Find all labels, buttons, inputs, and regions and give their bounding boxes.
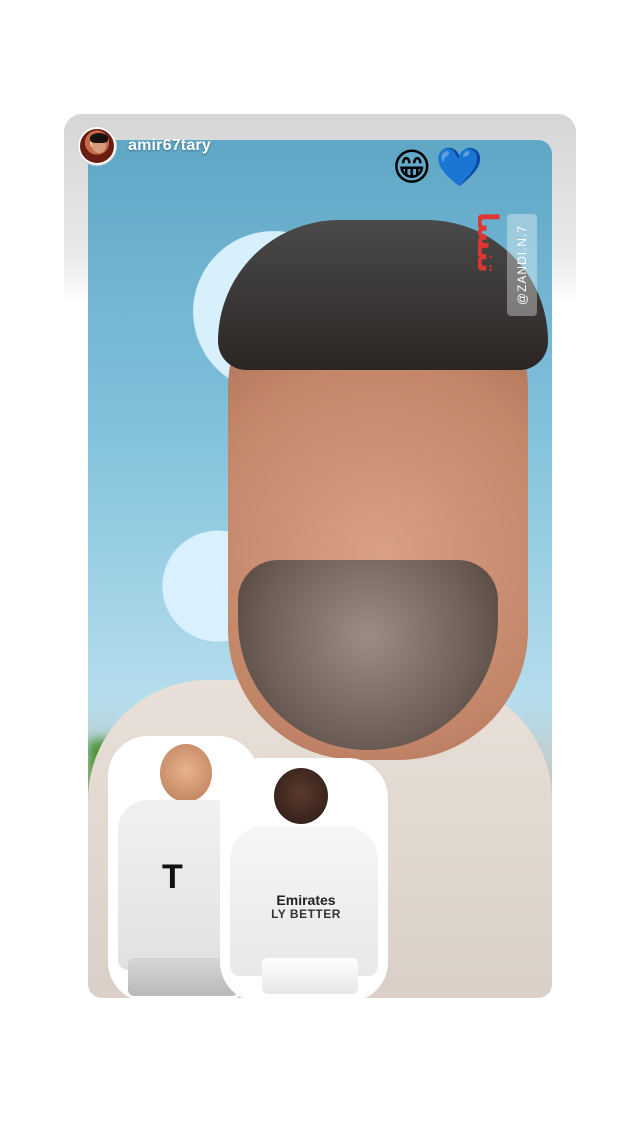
grinning-face-icon: 😁	[392, 147, 432, 189]
blue-heart-icon: 💙	[435, 147, 483, 189]
jersey-sponsor-text: Emirates	[276, 892, 336, 908]
username[interactable]: amir67tary	[128, 137, 211, 155]
avatar-hair	[90, 133, 108, 143]
player-1-head	[160, 744, 212, 802]
handle-watermark: @ZANDI.N.7	[507, 214, 537, 316]
avatar[interactable]	[78, 127, 116, 165]
handle-text: @ZANDI.N.7	[515, 224, 530, 306]
jersey-sponsor-subtext: LY BETTER	[271, 907, 341, 921]
player-1-shorts	[128, 958, 238, 996]
telekom-logo-icon: T	[162, 858, 183, 896]
emoji-stickers: 😁 💙	[392, 146, 483, 190]
brand-watermark: تنسا	[472, 212, 503, 273]
story-header: amir67tary	[78, 126, 211, 166]
player-2-shorts	[262, 958, 358, 994]
player-2-head	[274, 768, 328, 824]
